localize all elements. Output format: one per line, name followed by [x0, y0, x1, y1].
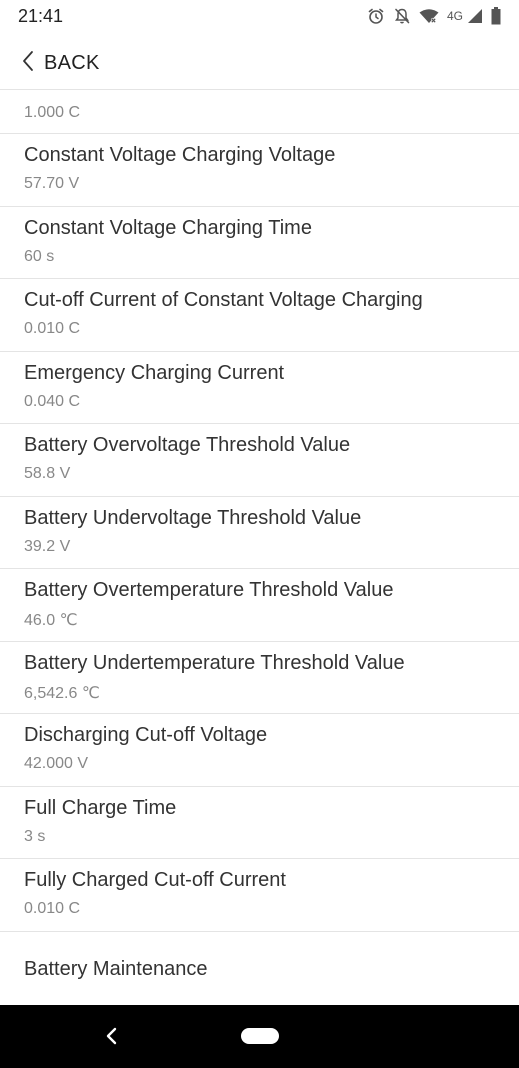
setting-title: Full Charge Time: [24, 797, 177, 819]
setting-row-full-charge-time[interactable]: Full Charge Time 3 s: [0, 786, 519, 859]
setting-title: Battery Overtemperature Threshold Value: [24, 579, 394, 601]
setting-title: Battery Undervoltage Threshold Value: [24, 507, 362, 529]
setting-title: Discharging Cut-off Voltage: [24, 724, 268, 746]
setting-title: Constant Voltage Charging Time: [24, 217, 312, 239]
setting-title: Fully Charged Cut-off Current: [24, 869, 286, 891]
setting-row-battery-undervoltage-threshold[interactable]: Battery Undervoltage Threshold Value 39.…: [0, 496, 519, 569]
partially-scrolled-item-value: 1.000 C: [24, 104, 81, 121]
setting-value: 60 s: [24, 248, 55, 265]
setting-row-fully-charged-cutoff-current[interactable]: Fully Charged Cut-off Current 0.010 C: [0, 858, 519, 931]
system-nav-bar: [0, 1005, 519, 1068]
notifications-off-icon: [393, 7, 411, 25]
setting-row-emergency-charging-current[interactable]: Emergency Charging Current 0.040 C: [0, 351, 519, 424]
nav-back-icon[interactable]: [104, 1027, 118, 1050]
setting-value: 6,542.6 ℃: [24, 685, 100, 702]
back-button[interactable]: BACK: [22, 48, 100, 78]
status-icons: 4G: [367, 6, 501, 26]
battery-maintenance-row[interactable]: Battery Maintenance: [0, 931, 519, 1005]
setting-title: Emergency Charging Current: [24, 362, 285, 384]
setting-row-constant-voltage-charging-voltage[interactable]: Constant Voltage Charging Voltage 57.70 …: [0, 133, 519, 206]
settings-list[interactable]: 1.000 C Constant Voltage Charging Voltag…: [0, 90, 519, 1005]
status-time: 21:41: [18, 6, 64, 26]
setting-row-battery-overtemperature-threshold[interactable]: Battery Overtemperature Threshold Value …: [0, 568, 519, 641]
network-type-label: 4G: [446, 9, 463, 23]
nav-home-pill-icon[interactable]: [241, 1028, 279, 1044]
setting-title: Cut-off Current of Constant Voltage Char…: [24, 289, 423, 311]
wifi-icon: [419, 8, 439, 24]
setting-title: Constant Voltage Charging Voltage: [24, 144, 336, 166]
cell-signal-icon: [467, 8, 483, 24]
setting-row-cutoff-current-constant-voltage[interactable]: Cut-off Current of Constant Voltage Char…: [0, 278, 519, 351]
alarm-icon: [367, 7, 385, 25]
battery-maintenance-label: Battery Maintenance: [24, 958, 208, 980]
setting-row-battery-overvoltage-threshold[interactable]: Battery Overvoltage Threshold Value 58.8…: [0, 423, 519, 496]
setting-value: 0.040 C: [24, 393, 81, 410]
status-bar: 21:41 4G: [0, 0, 519, 34]
back-label: BACK: [44, 51, 100, 74]
setting-row-discharging-cutoff-voltage[interactable]: Discharging Cut-off Voltage 42.000 V: [0, 713, 519, 786]
setting-title: Battery Undertemperature Threshold Value: [24, 652, 405, 674]
battery-icon: [491, 7, 501, 25]
setting-value: 58.8 V: [24, 465, 71, 482]
header: BACK: [0, 34, 519, 90]
setting-value: 46.0 ℃: [24, 612, 78, 629]
setting-value: 3 s: [24, 828, 46, 845]
setting-value: 0.010 C: [24, 900, 81, 917]
setting-row-constant-voltage-charging-time[interactable]: Constant Voltage Charging Time 60 s: [0, 206, 519, 279]
chevron-left-icon: [22, 50, 34, 77]
setting-value: 0.010 C: [24, 320, 81, 337]
setting-title: Battery Overvoltage Threshold Value: [24, 434, 351, 456]
setting-row-battery-undertemperature-threshold[interactable]: Battery Undertemperature Threshold Value…: [0, 641, 519, 714]
setting-value: 39.2 V: [24, 538, 71, 555]
setting-value: 42.000 V: [24, 755, 89, 772]
setting-value: 57.70 V: [24, 175, 80, 192]
